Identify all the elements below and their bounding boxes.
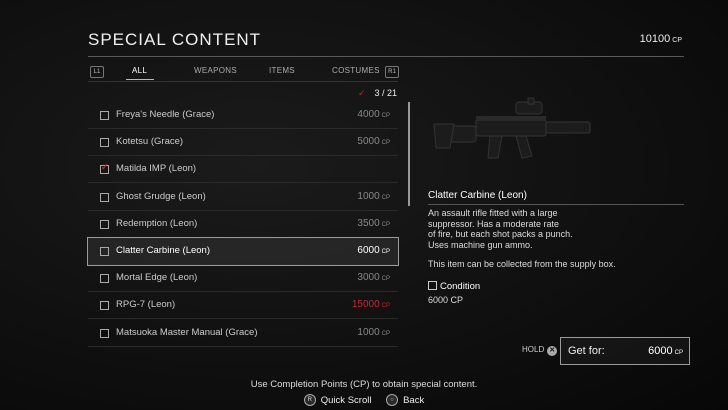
list-item-price-value: 6000 bbox=[357, 245, 380, 256]
condition-checkbox-icon bbox=[428, 281, 437, 290]
hold-prompt: HOLD ✕ bbox=[522, 345, 558, 356]
footer-note: Use Completion Points (CP) to obtain spe… bbox=[250, 379, 478, 390]
list-item-price bbox=[388, 163, 390, 174]
list-item[interactable]: Clatter Carbine (Leon) 6000 CP bbox=[87, 237, 399, 266]
owned-counter: ✓ 3 / 21 bbox=[358, 88, 397, 99]
page-title: SPECIAL CONTENT bbox=[88, 30, 262, 49]
list-item[interactable]: Redemption (Leon) 3500 CP bbox=[88, 211, 398, 238]
list-item-name: Ghost Grudge (Leon) bbox=[116, 190, 206, 202]
owned-checkbox-icon bbox=[100, 162, 109, 175]
checkbox-icon bbox=[100, 301, 109, 311]
list-item-price: 1000 CP bbox=[357, 191, 390, 202]
owned-count: 3 / 21 bbox=[374, 88, 398, 98]
list-item-price: 3500 CP bbox=[357, 218, 390, 229]
list-item-price: 4000 CP bbox=[357, 109, 390, 120]
get-for-button[interactable]: Get for: 6000 CP bbox=[560, 337, 690, 365]
hold-label: HOLD bbox=[522, 345, 545, 354]
collect-note: This item can be collected from the supp… bbox=[428, 259, 616, 269]
list-item-price: 5000 CP bbox=[357, 136, 390, 147]
list-item-price-value: 4000 bbox=[357, 109, 380, 120]
checkbox-icon bbox=[100, 274, 109, 284]
get-for-price-value: 6000 bbox=[648, 345, 673, 357]
list-item[interactable]: Ghost Grudge (Leon) 1000 CP bbox=[88, 184, 398, 211]
list-item-price-value: 5000 bbox=[357, 136, 380, 148]
get-for-price: 6000 CP bbox=[648, 345, 683, 357]
list-item-price-value: 3000 bbox=[357, 272, 380, 284]
list-item-price-unit: CP bbox=[381, 303, 390, 310]
tab-all[interactable]: ALL bbox=[132, 66, 147, 75]
list-item[interactable]: Matsuoka Master Manual (Grace) 1000 CP bbox=[88, 320, 398, 347]
circle-button-icon: ○ bbox=[386, 394, 399, 406]
list-item-price-unit: CP bbox=[381, 140, 390, 147]
quick-scroll-button[interactable]: R Quick Scroll bbox=[303, 394, 372, 406]
list-item-name: RPG-7 (Leon) bbox=[116, 299, 176, 311]
tabs-divider bbox=[88, 81, 398, 82]
list-item-price: 15000 CP bbox=[352, 299, 390, 310]
active-tab-indicator bbox=[126, 79, 154, 80]
get-for-price-unit: CP bbox=[674, 350, 683, 356]
detail-description: An assault rifle fitted with a large sup… bbox=[428, 208, 573, 250]
checkbox-icon bbox=[100, 138, 109, 148]
quick-scroll-label: Quick Scroll bbox=[320, 394, 372, 406]
list-item-price-value: 1000 bbox=[357, 326, 380, 338]
list-item[interactable]: Matilda IMP (Leon) bbox=[88, 156, 398, 184]
list-item-name: Matsuoka Master Manual (Grace) bbox=[116, 326, 258, 338]
l1-button-icon[interactable]: L1 bbox=[90, 66, 104, 78]
checkbox-icon bbox=[100, 328, 109, 338]
list-item-price-value: 15000 bbox=[351, 299, 380, 311]
list-item-name: Redemption (Leon) bbox=[116, 217, 198, 229]
cp-balance-value: 10100 bbox=[639, 33, 671, 45]
list-item-price-unit: CP bbox=[381, 249, 390, 255]
detail-divider bbox=[428, 204, 684, 205]
list-item-price: 3000 CP bbox=[357, 272, 390, 283]
list-item[interactable]: RPG-7 (Leon) 15000 CP bbox=[88, 292, 398, 320]
list-item-price-unit: CP bbox=[381, 113, 390, 119]
list-item-name: Clatter Carbine (Leon) bbox=[116, 245, 210, 256]
right-stick-icon: R bbox=[303, 394, 316, 406]
title-divider bbox=[88, 56, 684, 57]
list-item[interactable]: Freya's Needle (Grace) 4000 CP bbox=[88, 102, 398, 129]
list-item-price-unit: CP bbox=[381, 276, 390, 283]
list-item-name: Kotetsu (Grace) bbox=[116, 136, 184, 148]
checkbox-icon bbox=[100, 247, 109, 256]
list-item-price-unit: CP bbox=[381, 221, 390, 228]
tab-costumes[interactable]: COSTUMES bbox=[332, 66, 380, 75]
detail-item-name: Clatter Carbine (Leon) bbox=[428, 190, 527, 201]
list-item-price-value: 1000 bbox=[357, 190, 380, 202]
cp-balance: 10100 CP bbox=[640, 33, 682, 45]
back-label: Back bbox=[403, 394, 425, 406]
tab-items[interactable]: ITEMS bbox=[269, 66, 295, 75]
checkbox-icon bbox=[100, 111, 109, 120]
tab-weapons[interactable]: WEAPONS bbox=[194, 66, 237, 75]
list-item[interactable]: Kotetsu (Grace) 5000 CP bbox=[88, 129, 398, 157]
list-item-name: Freya's Needle (Grace) bbox=[116, 109, 215, 120]
condition: Condition bbox=[428, 281, 480, 292]
list-item-price: 1000 CP bbox=[357, 327, 390, 338]
category-tabs: L1 ALL WEAPONS ITEMS COSTUMES R1 bbox=[88, 64, 399, 80]
list-item-price-unit: CP bbox=[381, 330, 390, 337]
footer-controls: R Quick Scroll ○ Back bbox=[0, 393, 728, 406]
list-item-name: Mortal Edge (Leon) bbox=[116, 272, 198, 284]
weapon-preview-image bbox=[433, 97, 591, 159]
checkbox-icon bbox=[100, 219, 109, 229]
list-item-price: 6000 CP bbox=[357, 245, 390, 256]
list-item-name: Matilda IMP (Leon) bbox=[116, 163, 197, 175]
checkbox-icon bbox=[100, 192, 109, 202]
list-item-price-value: 3500 bbox=[357, 217, 380, 229]
cp-balance-unit: CP bbox=[672, 37, 682, 44]
list-item[interactable]: Mortal Edge (Leon) 3000 CP bbox=[88, 265, 398, 293]
checkmark-icon: ✓ bbox=[358, 88, 366, 98]
get-for-label: Get for: bbox=[568, 345, 605, 357]
cross-button-icon[interactable]: ✕ bbox=[547, 346, 558, 356]
r1-button-icon[interactable]: R1 bbox=[385, 66, 399, 78]
list-scrollbar[interactable] bbox=[408, 102, 410, 206]
condition-label: Condition bbox=[440, 281, 481, 292]
condition-cp: 6000 CP bbox=[428, 295, 464, 305]
list-item-price-unit: CP bbox=[381, 194, 390, 201]
back-button[interactable]: ○ Back bbox=[386, 394, 424, 406]
